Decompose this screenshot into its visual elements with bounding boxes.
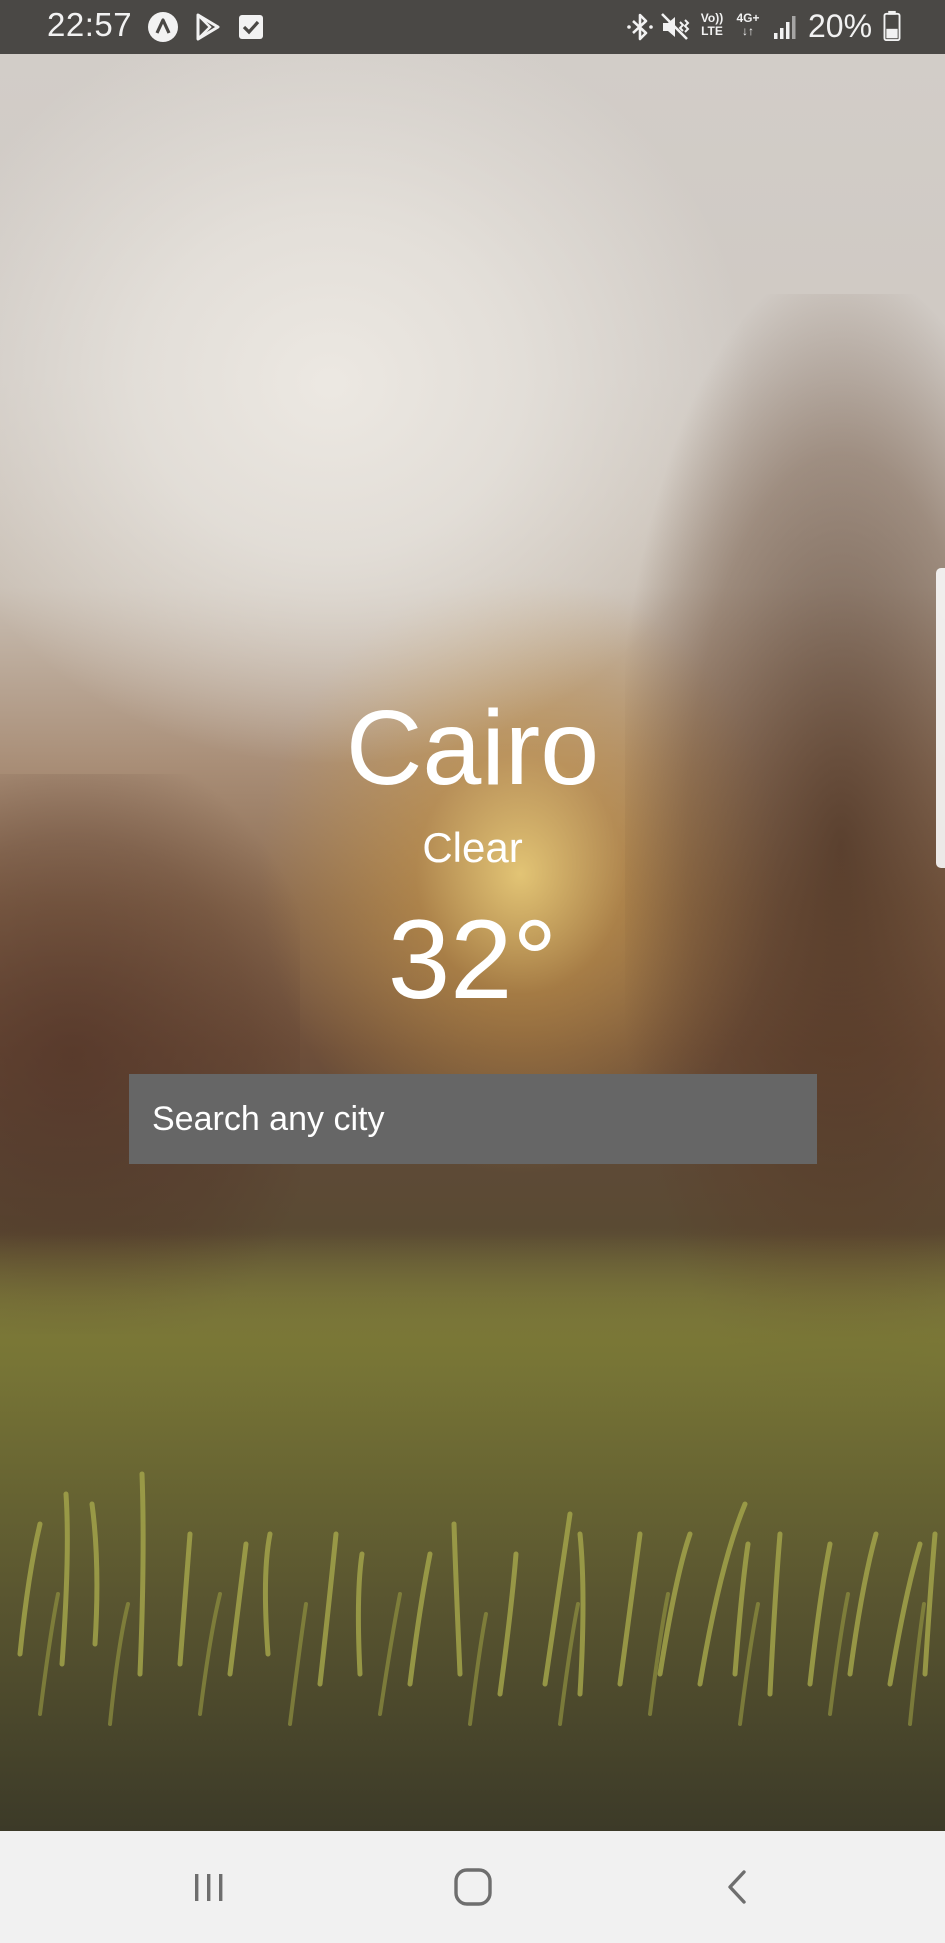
temperature: 32° xyxy=(387,897,558,1022)
4g-plus-icon: 4G+ ↓↑ xyxy=(732,12,764,38)
status-time: 22:57 xyxy=(47,6,133,43)
battery-icon xyxy=(883,10,901,42)
battery-percent: 20% xyxy=(808,8,873,44)
vibrate-mute-icon xyxy=(661,13,690,40)
volte-icon: Vo)) LTE xyxy=(696,12,728,38)
city-search-input[interactable] xyxy=(152,1099,794,1139)
checkbox-icon xyxy=(239,15,263,39)
app-a-icon xyxy=(148,12,178,42)
home-icon xyxy=(454,1868,492,1906)
city-name: Cairo xyxy=(345,689,600,807)
network-arrows-icon: ↓↑ xyxy=(742,24,754,38)
city-search-box[interactable] xyxy=(129,1074,817,1164)
grass-foreground xyxy=(0,1234,945,1831)
recent-apps-icon xyxy=(195,1874,223,1901)
recent-apps-button[interactable] xyxy=(169,1851,249,1923)
play-store-icon xyxy=(196,13,220,41)
weather-condition: Clear xyxy=(422,824,523,871)
bluetooth-icon xyxy=(627,13,653,41)
status-bar: 22:57 Vo)) LTE 4G+ ↓↑ 20% xyxy=(0,0,945,54)
navigation-bar xyxy=(0,1831,945,1943)
home-button[interactable] xyxy=(433,1851,513,1923)
back-icon xyxy=(728,1870,746,1904)
volte-label-bottom: LTE xyxy=(701,24,723,38)
signal-icon xyxy=(774,16,796,39)
back-button[interactable] xyxy=(698,1851,778,1923)
